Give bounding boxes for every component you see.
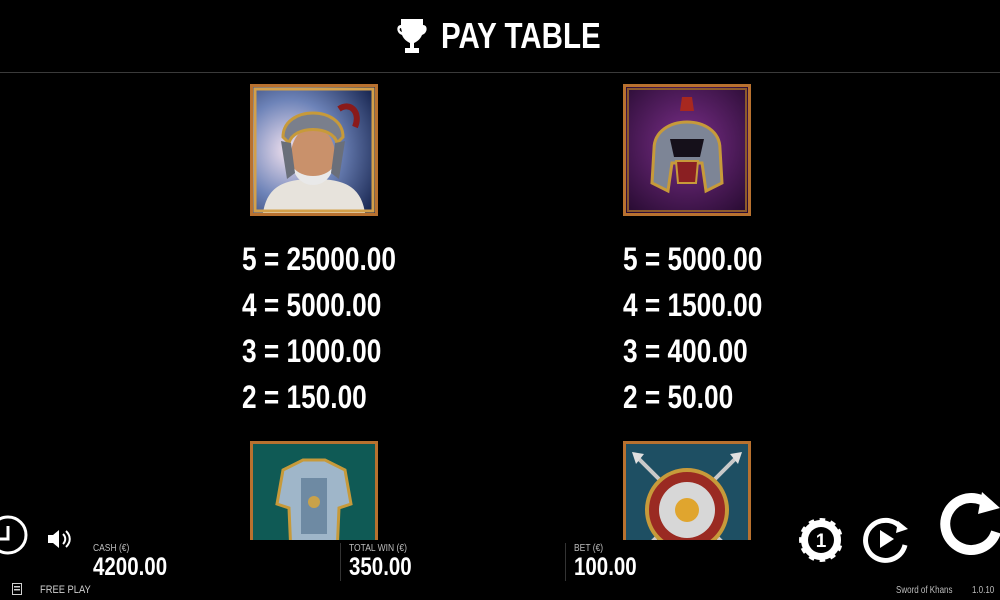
cash-value: 4200.00 <box>93 553 168 581</box>
autoplay-icon[interactable] <box>862 515 912 563</box>
khan-warrior-image <box>253 87 375 213</box>
payout-list-helmet: 5 = 5000.00 4 = 1500.00 3 = 400.00 2 = 5… <box>623 236 762 420</box>
bet-value: 100.00 <box>574 553 637 581</box>
payout-4: 4 = 1500.00 <box>623 287 763 323</box>
payout-4: 4 = 5000.00 <box>242 287 382 323</box>
home-icon[interactable] <box>0 508 36 562</box>
symbol-khan-warrior <box>250 84 378 216</box>
total-win-value: 350.00 <box>349 553 412 581</box>
sound-icon[interactable] <box>46 528 72 550</box>
bet-chip-value: 1 <box>816 531 827 552</box>
bet-chip-icon[interactable]: 1 <box>797 516 845 564</box>
payout-5: 5 = 5000.00 <box>623 241 763 277</box>
document-icon[interactable] <box>12 583 22 595</box>
trophy-icon <box>397 19 427 53</box>
game-name: Sword of Khans <box>896 585 953 596</box>
meter-divider <box>565 543 566 581</box>
payout-3: 3 = 1000.00 <box>242 333 382 369</box>
payout-2: 2 = 50.00 <box>623 379 734 415</box>
free-play-label: FREE PLAY <box>40 584 91 596</box>
payout-list-khan-warrior: 5 = 25000.00 4 = 5000.00 3 = 1000.00 2 =… <box>242 236 396 420</box>
helmet-image <box>626 87 748 213</box>
pay-table-header: PAY TABLE <box>0 0 1000 73</box>
payout-2: 2 = 150.00 <box>242 379 367 415</box>
payout-5: 5 = 25000.00 <box>242 241 396 277</box>
symbol-helmet <box>623 84 751 216</box>
page-title: PAY TABLE <box>440 15 601 56</box>
meter-divider <box>340 543 341 581</box>
payout-3: 3 = 400.00 <box>623 333 748 369</box>
spin-icon[interactable] <box>938 488 1000 560</box>
version-label: 1.0.10 <box>972 585 995 596</box>
